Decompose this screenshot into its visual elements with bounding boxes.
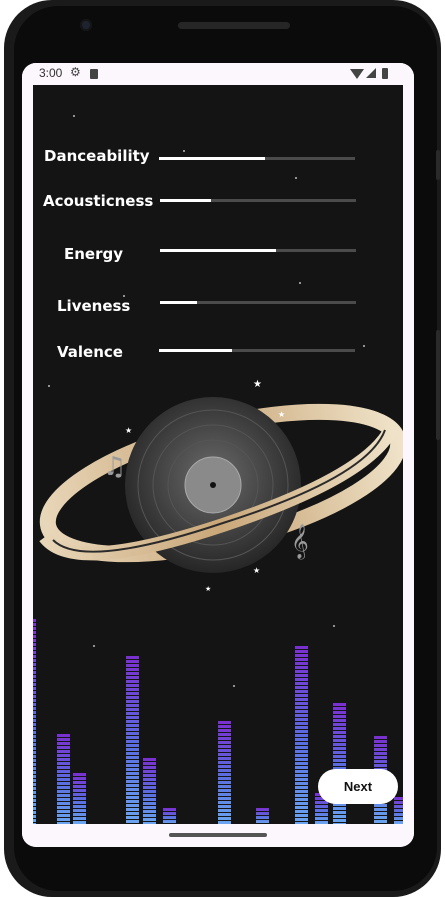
volume-up-button <box>436 150 440 180</box>
star-icon: ★ <box>278 410 285 419</box>
home-gesture-pill[interactable] <box>169 833 267 837</box>
screen: 3:00 ⚙ Danceability Acousticness Energy <box>22 63 414 847</box>
feature-label-valence: Valence <box>57 343 123 361</box>
star-dot <box>295 177 297 179</box>
earpiece-speaker <box>178 22 290 29</box>
slider-acousticness[interactable] <box>160 199 356 202</box>
equalizer-bar <box>295 646 308 824</box>
feature-label-acousticness: Acousticness <box>43 192 154 210</box>
equalizer-bar <box>126 656 139 824</box>
star-icon: ★ <box>253 379 262 390</box>
slider-liveness[interactable] <box>160 301 356 304</box>
equalizer-bar <box>163 808 176 824</box>
treble-clef-icon: 𝄞 <box>291 524 309 560</box>
vinyl-hole <box>210 482 216 488</box>
star-dot <box>363 345 365 347</box>
music-note-icon: ♫ <box>103 452 126 482</box>
slider-fill <box>159 157 265 160</box>
app-content: Danceability Acousticness Energy Livenes… <box>33 85 403 824</box>
slider-fill <box>160 249 276 252</box>
equalizer-bar <box>57 734 70 824</box>
slider-fill <box>159 349 232 352</box>
equalizer-bar <box>333 703 346 824</box>
equalizer-bar <box>394 797 403 824</box>
status-bar: 3:00 ⚙ <box>22 63 414 85</box>
star-dot <box>183 150 185 152</box>
feature-label-liveness: Liveness <box>57 297 131 315</box>
star-dot <box>73 115 75 117</box>
front-camera <box>80 19 92 31</box>
equalizer-bar <box>218 721 231 824</box>
wifi-icon <box>350 69 364 79</box>
battery-icon <box>382 68 388 79</box>
star-dot <box>299 282 301 284</box>
slider-valence[interactable] <box>159 349 355 352</box>
cell-signal-icon <box>366 68 376 78</box>
star-icon: ★ <box>205 585 211 593</box>
star-icon: ★ <box>253 566 260 575</box>
next-button[interactable]: Next <box>318 769 398 804</box>
slider-danceability[interactable] <box>159 157 355 160</box>
equalizer-bar <box>73 773 86 824</box>
feature-label-danceability: Danceability <box>44 147 150 165</box>
slider-fill <box>160 199 211 202</box>
power-button <box>436 330 440 440</box>
feature-label-energy: Energy <box>64 245 124 263</box>
slider-fill <box>160 301 198 304</box>
slider-energy[interactable] <box>160 249 356 252</box>
equalizer-bar <box>33 619 36 824</box>
equalizer-bar <box>143 758 156 824</box>
equalizer-bar <box>256 808 269 824</box>
status-time: 3:00 <box>39 66 63 80</box>
navigation-bar <box>22 824 414 847</box>
sd-card-icon <box>90 69 98 79</box>
planet-vinyl-illustration: ♫ 𝄞 ★ ★ ★ ★ ★ <box>39 379 403 593</box>
gear-icon: ⚙ <box>70 65 81 79</box>
star-icon: ★ <box>125 426 132 435</box>
